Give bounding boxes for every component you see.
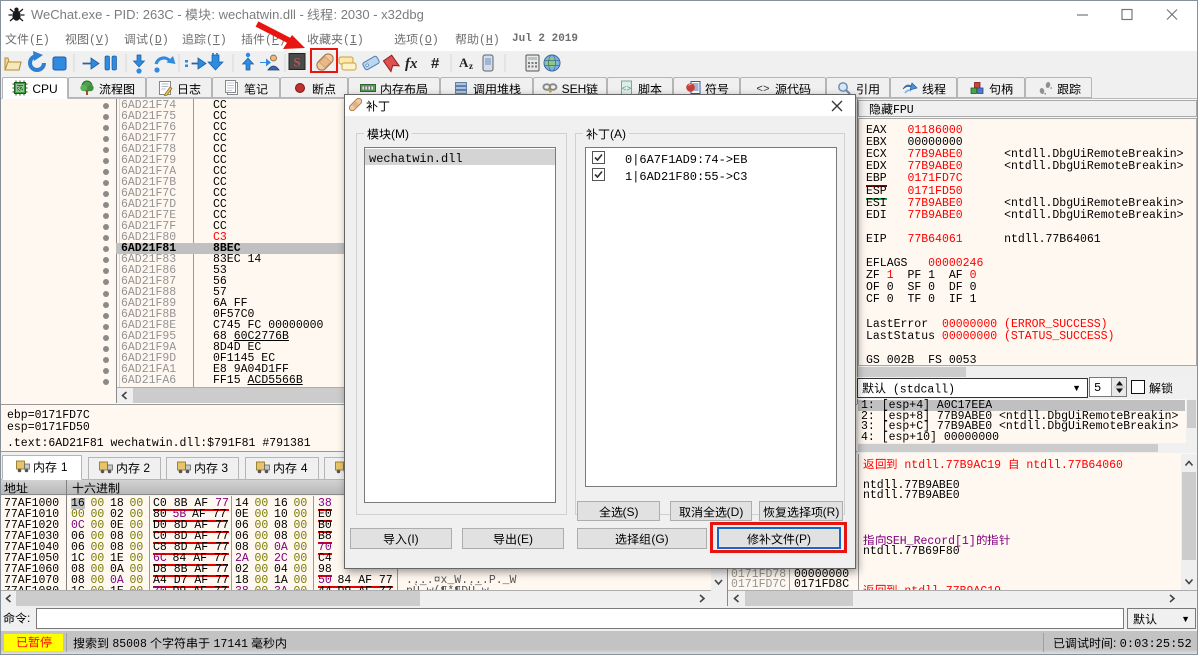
svg-text:#: # [431, 55, 440, 72]
svg-text:z: z [469, 61, 473, 71]
svg-text:fx: fx [405, 56, 418, 72]
svg-text:A: A [459, 55, 469, 70]
svg-text:<>: <> [622, 85, 632, 94]
svg-text:32: 32 [17, 87, 24, 93]
